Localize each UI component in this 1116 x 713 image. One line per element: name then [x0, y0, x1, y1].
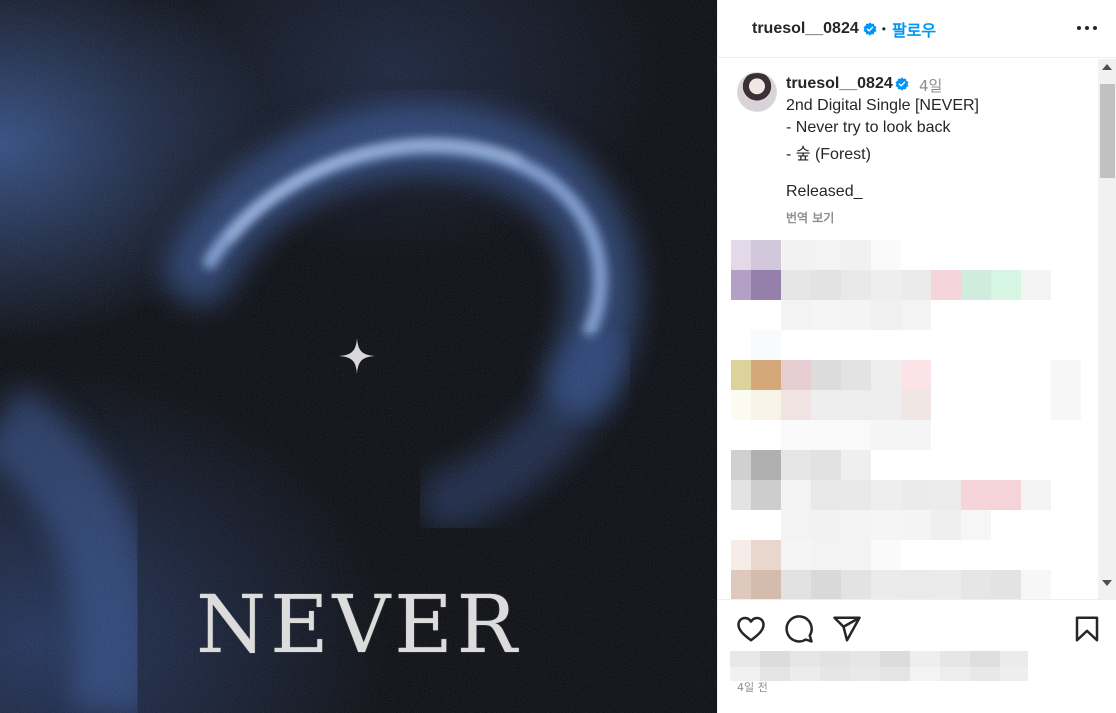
caption-line: - 숲 (Forest) [786, 146, 871, 163]
follow-button[interactable]: 팔로우 [892, 17, 936, 41]
author-username[interactable]: truesol__0824 [752, 20, 859, 38]
bookmark-icon[interactable] [1072, 614, 1102, 644]
scroll-up-arrow-icon[interactable] [1102, 64, 1112, 70]
album-title-text: NEVER [196, 578, 521, 671]
more-options-icon[interactable] [1075, 16, 1099, 40]
separator-dot: • [881, 21, 886, 36]
caption-line: 2nd Digital Single [NEVER] [786, 97, 979, 114]
post-header: truesol__0824 • 팔로우 [718, 0, 1116, 58]
caption-line: Released_ [786, 183, 863, 200]
comment-bubble-icon[interactable] [784, 614, 814, 644]
post-timestamp[interactable]: 4일 전 [737, 679, 768, 695]
scrollbar-thumb[interactable] [1100, 84, 1115, 178]
post-side-panel: truesol__0824 • 팔로우 truesol__0824 4일 2nd… [717, 0, 1116, 713]
caption-line: - Never try to look back [786, 119, 951, 136]
sparkle-star-icon [339, 338, 375, 374]
comments-section[interactable]: truesol__0824 4일 2nd Digital Single [NEV… [718, 59, 1098, 599]
verified-badge-icon [895, 77, 909, 91]
post-image[interactable]: NEVER [0, 0, 717, 713]
blurred-likes [730, 651, 1028, 681]
translate-link[interactable]: 번역 보기 [786, 209, 834, 226]
caption-timestamp[interactable]: 4일 [919, 75, 942, 96]
caption-username[interactable]: truesol__0824 [786, 75, 893, 93]
heart-icon[interactable] [736, 614, 766, 644]
blurred-comments [731, 240, 1081, 599]
paper-plane-icon[interactable] [832, 614, 862, 644]
verified-badge-icon [863, 21, 877, 36]
author-avatar[interactable] [737, 72, 777, 112]
action-bar [718, 599, 1116, 659]
scroll-down-arrow-icon[interactable] [1102, 580, 1112, 586]
